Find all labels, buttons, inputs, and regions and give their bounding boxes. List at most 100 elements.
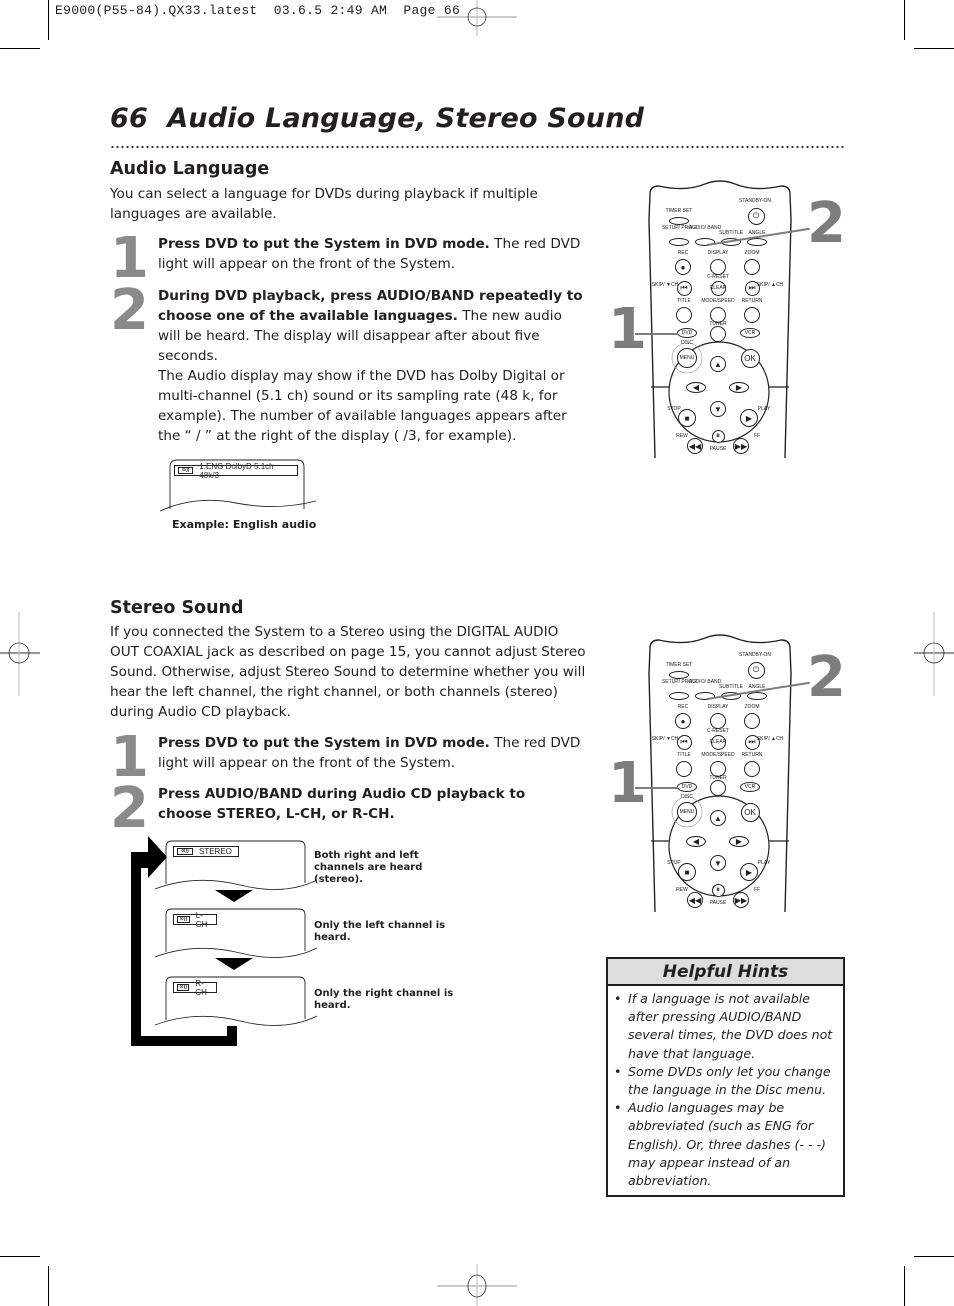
subtitle-label: SUBTITLE — [719, 684, 743, 690]
menu-button[interactable]: MENU — [677, 802, 697, 822]
down-button[interactable]: ▼ — [710, 401, 726, 417]
callout-step-2: 2 — [807, 645, 846, 710]
clear-button[interactable]: CLEAR — [710, 734, 726, 750]
standby-on-button[interactable]: ⏻ — [747, 207, 765, 225]
record-button[interactable]: ● — [675, 259, 691, 275]
fast-forward-button[interactable]: ▶▶ — [733, 892, 749, 908]
timer-set-label: TIMER SET — [665, 662, 693, 668]
audio-icon: ⊙)) — [177, 984, 190, 991]
skip-down-label: SKIP/ ▼CH — [651, 282, 679, 288]
tuner-button[interactable] — [710, 780, 726, 796]
up-button[interactable]: ▲ — [710, 356, 726, 372]
timer-set-button[interactable] — [669, 217, 689, 225]
step-instruction: Press DVD to put the System in DVD mode. — [158, 735, 490, 751]
stop-label: STOP — [667, 860, 681, 866]
rec-label: REC — [677, 250, 689, 256]
display-button[interactable] — [710, 713, 726, 729]
callout-step-1: 1 — [608, 751, 647, 816]
return-button[interactable] — [744, 307, 760, 323]
ok-button[interactable]: OK — [740, 802, 760, 822]
zoom-button[interactable] — [744, 713, 760, 729]
page-number: 66 — [110, 103, 148, 134]
ff-label: FF — [753, 433, 761, 439]
record-button[interactable]: ● — [675, 713, 691, 729]
zoom-button[interactable] — [744, 259, 760, 275]
left-button[interactable]: ◀ — [686, 835, 706, 847]
mode-caption: Both right and left channels are heard (… — [314, 850, 423, 885]
audio-language-heading: Audio Language — [110, 159, 270, 179]
return-button[interactable] — [744, 761, 760, 777]
registration-mark-bottom — [437, 1264, 517, 1306]
standby-on-button[interactable]: ⏻ — [747, 661, 765, 679]
up-button[interactable]: ▲ — [710, 810, 726, 826]
vcr-button[interactable]: VCR — [740, 328, 760, 338]
osd-text: 1.ENG DolbyD 5.1ch 48k/3 — [199, 461, 274, 480]
osd-text: R-CH — [195, 978, 207, 997]
audio-band-label: AUDIO/ BAND — [688, 225, 722, 231]
play-button[interactable]: ▶ — [740, 863, 758, 881]
disc-label: DISC — [681, 340, 693, 346]
setup-prog-button[interactable] — [669, 238, 689, 246]
dvd-button[interactable]: DVD — [677, 782, 697, 792]
rewind-button[interactable]: ◀◀ — [687, 438, 703, 454]
skip-up-label: SKIP/ ▲CH — [756, 736, 784, 742]
pause-label: PAUSE — [709, 446, 727, 452]
return-label: RETURN — [741, 752, 763, 758]
display-label: DISPLAY — [707, 704, 729, 710]
menu-button[interactable]: MENU — [677, 348, 697, 368]
dotted-divider — [110, 145, 846, 149]
stereo-sound-heading: Stereo Sound — [110, 598, 244, 618]
title-button[interactable] — [676, 761, 692, 777]
ok-button[interactable]: OK — [740, 348, 760, 368]
right-button[interactable]: ▶ — [729, 381, 749, 393]
vcr-button[interactable]: VCR — [740, 782, 760, 792]
hint-item: If a language is not available after pre… — [614, 990, 837, 1063]
zoom-label: ZOOM — [744, 250, 760, 256]
setup-prog-button[interactable] — [669, 692, 689, 700]
stop-button[interactable]: ■ — [678, 409, 696, 427]
fast-forward-button[interactable]: ▶▶ — [733, 438, 749, 454]
timer-set-button[interactable] — [669, 671, 689, 679]
stereo-sound-step-1: Press DVD to put the System in DVD mode.… — [158, 733, 588, 773]
osd-text: STEREO — [199, 847, 232, 856]
rec-label: REC — [677, 704, 689, 710]
osd-display: ⊙)) L-CH — [173, 911, 217, 929]
rewind-button[interactable]: ◀◀ — [687, 892, 703, 908]
left-button[interactable]: ◀ — [686, 381, 706, 393]
skip-back-button[interactable]: ⏮ — [676, 280, 692, 296]
play-button[interactable]: ▶ — [740, 409, 758, 427]
pause-button[interactable]: ⏸ — [711, 883, 725, 897]
skip-back-button[interactable]: ⏮ — [676, 734, 692, 750]
stop-button[interactable]: ■ — [678, 863, 696, 881]
mode-caption: Only the right channel is heard. — [314, 988, 454, 1011]
audio-language-step-1: Press DVD to put the System in DVD mode.… — [158, 234, 588, 274]
ff-label: FF — [753, 887, 761, 893]
title-button[interactable] — [676, 307, 692, 323]
play-label: PLAY — [757, 406, 771, 412]
dvd-button[interactable]: DVD — [677, 328, 697, 338]
remote-control-illustration: STANDBY-ON ⏻ TIMER SET SETUP/ PROG AUDIO/ BA… — [608, 634, 846, 914]
hint-item: Audio languages may be abbreviated (such… — [614, 1099, 837, 1190]
right-button[interactable]: ▶ — [729, 835, 749, 847]
title-label: TITLE — [677, 298, 691, 304]
audio-icon: ⊙)) — [178, 467, 194, 474]
print-slug: E9000(P55-84).QX33.latest 03.6.5 2:49 AM… — [55, 3, 461, 18]
page-title-text: Audio Language, Stereo Sound — [167, 103, 645, 134]
disc-label: DISC — [681, 794, 693, 800]
display-button[interactable] — [710, 259, 726, 275]
down-arrow-icon — [215, 890, 253, 902]
clear-button[interactable]: CLEAR — [710, 280, 726, 296]
step-number: 2 — [110, 776, 149, 841]
standby-label: STANDBY-ON — [739, 198, 771, 204]
stop-label: STOP — [667, 406, 681, 412]
registration-mark-top — [437, 0, 517, 36]
down-button[interactable]: ▼ — [710, 855, 726, 871]
hint-item: Some DVDs only let you change the langua… — [614, 1063, 837, 1099]
tuner-button[interactable] — [710, 326, 726, 342]
osd-screen-r-ch: ⊙)) R-CH — [154, 976, 318, 1028]
timer-set-label: TIMER SET — [665, 208, 693, 214]
helpful-hints-box: Helpful Hints If a language is not avail… — [606, 957, 845, 1197]
pause-button[interactable]: ⏸ — [711, 429, 725, 443]
audio-language-step-2: During DVD playback, press AUDIO/BAND re… — [158, 286, 588, 446]
audio-band-label: AUDIO/ BAND — [688, 679, 722, 685]
